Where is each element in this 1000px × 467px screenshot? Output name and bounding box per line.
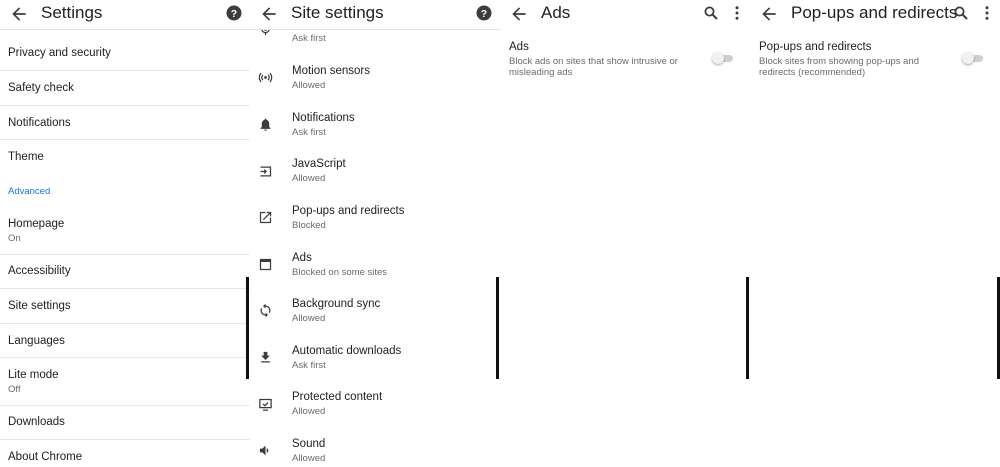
more-vert-icon[interactable]: [728, 4, 746, 22]
ads-toggle[interactable]: [712, 52, 734, 64]
site-settings-item-popups[interactable]: Pop-ups and redirects Blocked: [292, 205, 405, 231]
site-settings-item-sound[interactable]: Sound Allowed: [292, 438, 325, 464]
site-settings-panel: Ask first Site settings ? Motion sensors…: [250, 0, 500, 467]
search-icon[interactable]: [702, 4, 720, 22]
divider: [0, 139, 250, 140]
settings-item-privacy[interactable]: Privacy and security: [8, 47, 250, 59]
back-arrow-icon[interactable]: [259, 4, 279, 24]
ads-setting-row[interactable]: Ads Block ads on sites that show intrusi…: [509, 41, 694, 78]
volume-icon: [259, 445, 269, 456]
scrollbar[interactable]: [246, 277, 249, 379]
divider: [0, 405, 250, 406]
toggle-thumb: [712, 52, 724, 64]
site-settings-item-background-sync[interactable]: Background sync Allowed: [292, 298, 380, 324]
divider: [0, 70, 250, 71]
settings-item-theme[interactable]: Theme: [8, 151, 250, 163]
back-arrow-icon[interactable]: [759, 4, 779, 24]
page-title: Site settings: [291, 3, 384, 22]
setting-description: Block ads on sites that show intrusive o…: [509, 56, 678, 78]
popups-setting-row[interactable]: Pop-ups and redirects Block sites from s…: [759, 41, 944, 78]
site-settings-item-automatic-downloads[interactable]: Automatic downloads Ask first: [292, 345, 401, 371]
page-title: Settings: [41, 3, 103, 22]
popups-panel: Pop-ups and redirects Pop-ups and redire…: [750, 0, 1000, 467]
motion-sensors-icon: [258, 72, 273, 83]
help-icon[interactable]: ?: [225, 4, 243, 22]
scrollbar[interactable]: [496, 277, 499, 379]
settings-item-languages[interactable]: Languages: [8, 335, 250, 347]
settings-panel: Settings ? Privacy and security Safety c…: [0, 0, 250, 467]
divider: [0, 254, 250, 255]
back-arrow-icon[interactable]: [509, 4, 529, 24]
settings-app-bar: Settings ?: [0, 0, 250, 30]
open-in-new-icon: [259, 211, 272, 224]
settings-item-accessibility[interactable]: Accessibility: [8, 265, 250, 277]
ads-window-icon: [259, 258, 272, 271]
site-settings-item-protected-content[interactable]: Protected content Allowed: [292, 391, 382, 417]
site-settings-item-javascript[interactable]: JavaScript Allowed: [292, 158, 346, 184]
settings-item-about-chrome[interactable]: About Chrome: [8, 451, 250, 463]
download-icon: [261, 351, 270, 363]
site-settings-item-motion-sensors[interactable]: Motion sensors Allowed: [292, 65, 370, 91]
popups-app-bar: Pop-ups and redirects: [750, 0, 1000, 30]
sync-icon: [260, 303, 271, 318]
ads-app-bar: Ads: [500, 0, 750, 30]
svg-text:?: ?: [481, 8, 487, 20]
bell-icon: [260, 118, 271, 131]
toggle-thumb: [962, 52, 974, 64]
site-settings-item-ads[interactable]: Ads Blocked on some sites: [292, 252, 387, 278]
settings-item-notifications[interactable]: Notifications: [8, 117, 250, 129]
help-icon[interactable]: ?: [475, 4, 493, 22]
divider: [0, 439, 250, 440]
search-icon[interactable]: [952, 4, 970, 22]
setting-label: Ads: [509, 41, 529, 53]
scrollbar[interactable]: [746, 277, 749, 379]
settings-item-lite-mode[interactable]: Lite mode Off: [8, 369, 250, 395]
settings-item-homepage[interactable]: Homepage On: [8, 218, 250, 244]
svg-text:?: ?: [231, 8, 237, 20]
back-arrow-icon[interactable]: [9, 4, 29, 24]
site-settings-app-bar: Site settings ?: [250, 0, 500, 30]
ads-panel: Ads Ads Block ads on sites that show int…: [500, 0, 750, 467]
divider: [0, 323, 250, 324]
site-settings-item-notifications[interactable]: Notifications Ask first: [292, 112, 355, 138]
divider: [0, 105, 250, 106]
page-title: Pop-ups and redirects: [791, 3, 958, 22]
page-title: Ads: [541, 3, 571, 22]
javascript-icon: [260, 166, 272, 177]
more-vert-icon[interactable]: [978, 4, 996, 22]
protected-content-icon: [259, 398, 272, 411]
settings-item-site-settings[interactable]: Site settings: [8, 300, 250, 312]
settings-item-safety-check[interactable]: Safety check: [8, 82, 250, 94]
divider: [0, 357, 250, 358]
site-settings-item-partial[interactable]: Ask first: [292, 33, 326, 44]
divider: [0, 288, 250, 289]
setting-description: Block sites from showing pop-ups and red…: [759, 56, 919, 78]
section-header-advanced: Advanced: [8, 186, 51, 197]
settings-item-downloads[interactable]: Downloads: [8, 416, 250, 428]
setting-label: Pop-ups and redirects: [759, 41, 872, 53]
popups-toggle[interactable]: [962, 52, 984, 64]
